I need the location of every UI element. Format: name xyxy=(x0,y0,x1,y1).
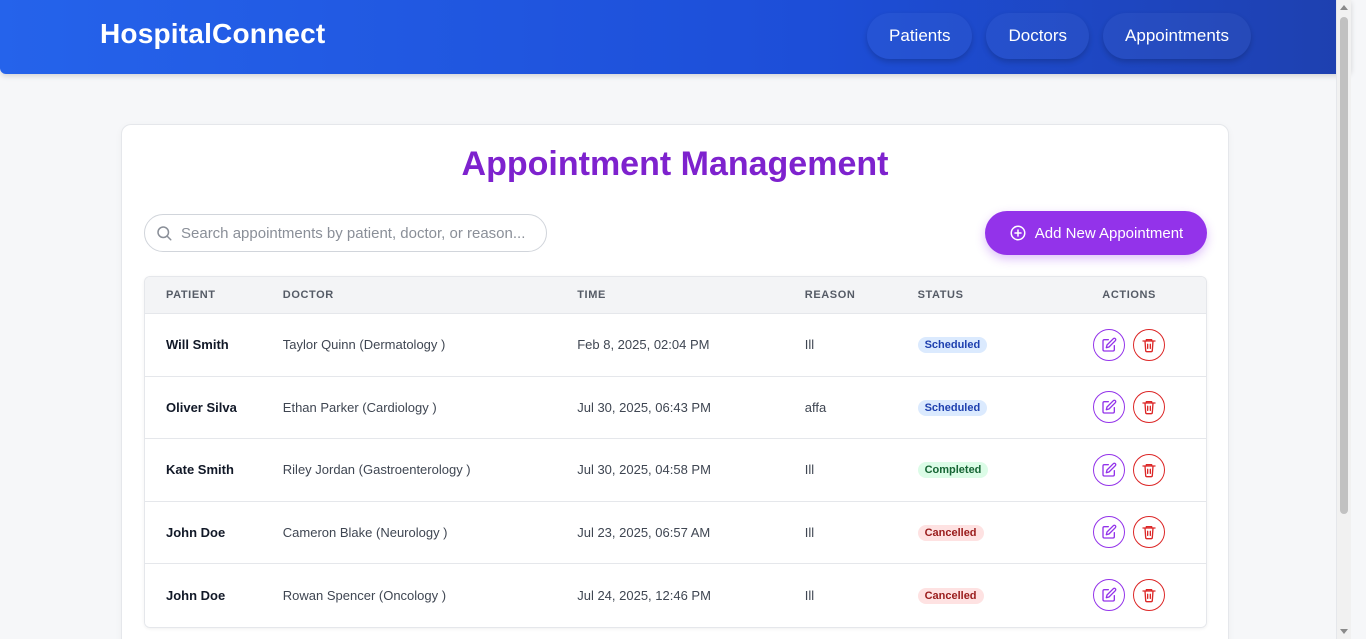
cell-status: Scheduled xyxy=(917,399,1053,416)
column-header-time: TIME xyxy=(577,289,606,301)
status-badge: Cancelled xyxy=(917,524,984,541)
delete-button[interactable] xyxy=(1133,516,1166,549)
status-badge: Completed xyxy=(917,462,989,479)
column-header-patient: PATIENT xyxy=(166,289,216,301)
trash-icon xyxy=(1142,401,1156,415)
trash-icon xyxy=(1142,338,1156,353)
cell-status: Completed xyxy=(917,461,1053,479)
column-header-actions: ACTIONS xyxy=(1102,289,1156,301)
cell-status: Cancelled xyxy=(917,587,1053,604)
nav-links: Patients Doctors Appointments xyxy=(867,13,1251,59)
cell-actions xyxy=(1052,453,1206,486)
edit-icon xyxy=(1102,337,1117,352)
cell-doctor: Taylor Quinn (Dermatology ) xyxy=(282,337,446,353)
plus-circle-icon xyxy=(1010,225,1026,241)
delete-button[interactable] xyxy=(1133,453,1166,486)
edit-button[interactable] xyxy=(1093,391,1126,424)
delete-button[interactable] xyxy=(1133,579,1166,612)
navbar: HospitalConnect Patients Doctors Appoint… xyxy=(0,0,1351,74)
cell-time: Jul 30, 2025, 06:43 PM xyxy=(577,399,711,415)
cell-patient: Oliver Silva xyxy=(166,399,237,415)
cell-reason: Ill xyxy=(804,337,815,353)
cell-doctor: Cameron Blake (Neurology ) xyxy=(282,524,448,540)
scroll-thumb[interactable] xyxy=(1340,17,1348,514)
table-header: PATIENT DOCTOR TIME REASON STATUS ACTION… xyxy=(145,277,1206,314)
cell-reason: Ill xyxy=(804,462,815,478)
trash-icon xyxy=(1142,463,1156,478)
cell-doctor: Riley Jordan (Gastroenterology ) xyxy=(282,462,471,478)
brand-logo-text[interactable]: HospitalConnect xyxy=(100,18,325,50)
cell-patient: John Doe xyxy=(166,524,226,540)
search-box[interactable] xyxy=(144,214,547,252)
cell-actions xyxy=(1052,516,1206,549)
search-input[interactable] xyxy=(181,224,546,242)
appointments-card: Appointment Management Add New Appointme… xyxy=(121,124,1229,639)
column-header-doctor: DOCTOR xyxy=(282,289,334,301)
edit-icon xyxy=(1102,587,1117,602)
cell-doctor: Rowan Spencer (Oncology ) xyxy=(282,587,447,603)
cell-reason: Ill xyxy=(804,587,815,603)
cell-patient: John Doe xyxy=(166,587,226,603)
cell-reason: Ill xyxy=(804,524,815,540)
table-row: Oliver Silva Ethan Parker (Cardiology ) Ju… xyxy=(145,376,1206,439)
cell-reason: affa xyxy=(804,399,827,415)
table-row: Will Smith Taylor Quinn (Dermatology ) Feb… xyxy=(145,314,1206,377)
cell-time: Jul 30, 2025, 04:58 PM xyxy=(577,462,711,478)
scroll-up-arrow[interactable] xyxy=(1340,5,1348,10)
trash-icon xyxy=(1142,589,1156,603)
edit-icon xyxy=(1102,399,1117,414)
cell-status: Cancelled xyxy=(917,524,1053,541)
nav-item-doctors[interactable]: Doctors xyxy=(986,13,1090,59)
table-row: John Doe Rowan Spencer (Oncology ) Jul 24,… xyxy=(145,564,1206,627)
appointments-table: PATIENT DOCTOR TIME REASON STATUS ACTION… xyxy=(144,276,1207,628)
delete-button[interactable] xyxy=(1133,391,1166,424)
cell-time: Jul 23, 2025, 06:57 AM xyxy=(577,524,711,540)
status-badge: Cancelled xyxy=(917,587,984,604)
cell-time: Feb 8, 2025, 02:04 PM xyxy=(577,337,710,353)
table-body: Will Smith Taylor Quinn (Dermatology ) Feb… xyxy=(145,314,1206,627)
table-row: Kate Smith Riley Jordan (Gastroenterology… xyxy=(145,439,1206,502)
search-icon xyxy=(157,226,172,241)
edit-button[interactable] xyxy=(1093,579,1126,612)
status-badge: Scheduled xyxy=(917,399,988,416)
column-header-status: STATUS xyxy=(917,289,964,301)
table-row: John Doe Cameron Blake (Neurology ) Jul 23… xyxy=(145,501,1206,564)
cell-patient: Will Smith xyxy=(166,337,229,353)
add-appointment-button[interactable]: Add New Appointment xyxy=(985,211,1207,255)
nav-item-patients[interactable]: Patients xyxy=(867,13,973,59)
edit-button[interactable] xyxy=(1093,328,1126,361)
edit-button[interactable] xyxy=(1093,453,1126,486)
cell-time: Jul 24, 2025, 12:46 PM xyxy=(577,587,711,603)
page-title: Appointment Management xyxy=(461,145,889,183)
column-header-reason: REASON xyxy=(804,289,856,301)
add-appointment-label: Add New Appointment xyxy=(1034,224,1184,242)
status-badge: Scheduled xyxy=(917,337,988,354)
trash-icon xyxy=(1142,526,1156,540)
cell-status: Scheduled xyxy=(917,336,1053,354)
page-scrollbar[interactable] xyxy=(1336,0,1351,639)
cell-actions xyxy=(1052,579,1206,612)
cell-patient: Kate Smith xyxy=(166,462,234,478)
nav-item-appointments[interactable]: Appointments xyxy=(1103,13,1251,59)
edit-button[interactable] xyxy=(1093,516,1126,549)
edit-icon xyxy=(1102,462,1117,477)
delete-button[interactable] xyxy=(1133,328,1166,361)
page: HospitalConnect Patients Doctors Appoint… xyxy=(0,0,1351,639)
cell-doctor: Ethan Parker (Cardiology ) xyxy=(282,399,437,415)
cell-actions xyxy=(1052,328,1206,361)
scroll-down-arrow[interactable] xyxy=(1340,629,1348,634)
cell-actions xyxy=(1052,391,1206,424)
edit-icon xyxy=(1102,524,1117,539)
